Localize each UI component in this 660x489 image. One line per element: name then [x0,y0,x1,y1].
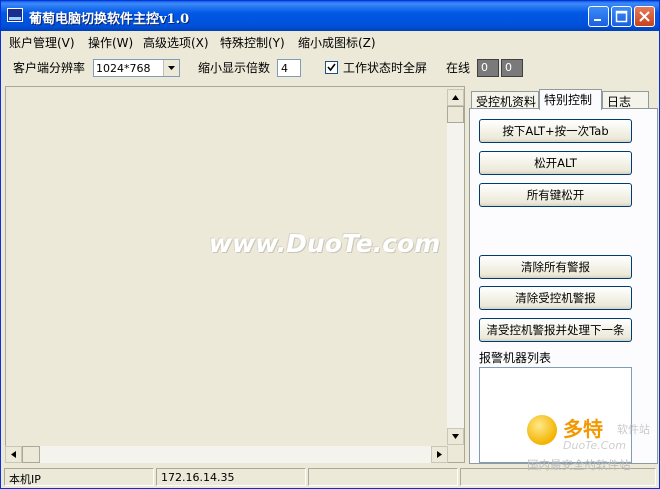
tab-log[interactable]: 日志 [602,91,649,109]
window-title: 葡萄电脑切换软件主控v1.0 [29,12,190,27]
menu-bar: 账户管理(V) 操作(W) 高级选项(X) 特殊控制(Y) 缩小成图标(Z) [1,31,659,51]
fullscreen-label: 工作状态时全屏 [343,61,428,75]
alt-tab-button[interactable]: 按下ALT+按一次Tab [479,119,632,143]
scroll-left-button[interactable] [5,446,22,463]
horizontal-scrollbar[interactable] [5,446,448,463]
resolution-select[interactable]: 1024*768 [93,59,180,77]
online-count-a: 0 [477,59,499,77]
scroll-down-button[interactable] [447,428,464,445]
clear-all-alarms-button[interactable]: 清除所有警报 [479,255,632,279]
logo-brand-small: 软件站 [617,423,650,436]
scroll-up-button[interactable] [447,89,464,106]
release-all-keys-button[interactable]: 所有键松开 [479,183,632,207]
site-watermark-logo: 多特 软件站 DuoTe.Com 国内最安全的软件站 [525,411,657,475]
screen-view-panel[interactable] [5,86,465,463]
tab-client-info[interactable]: 受控机资料 [471,91,539,109]
app-icon[interactable] [7,8,23,22]
minimize-icon [594,19,601,21]
zoom-label: 缩小显示倍数 [198,61,271,75]
arrow-up-icon [452,95,459,100]
checkmark-icon [327,63,336,72]
clear-and-next-button[interactable]: 清受控机警报并处理下一条 [479,318,632,342]
tab-special-control[interactable]: 特别控制 [539,89,602,110]
minimize-button[interactable] [588,6,609,27]
clear-client-alarm-button[interactable]: 清除受控机警报 [479,286,632,310]
watermark-text: www.DuoTe.com [209,229,441,258]
zoom-input[interactable]: 4 [277,59,301,77]
alarm-list-label: 报警机器列表 [479,351,552,365]
fullscreen-checkbox[interactable] [325,61,338,74]
title-bar[interactable]: 葡萄电脑切换软件主控v1.0 [1,1,659,31]
dropdown-arrow[interactable] [163,60,179,76]
close-button[interactable] [634,6,655,27]
resolution-label: 客户端分辨率 [13,61,86,75]
resolution-value: 1024*768 [96,62,151,75]
main-window: 葡萄电脑切换软件主控v1.0 账户管理(V) 操作(W) 高级选项(X) 特殊控… [0,0,660,489]
scroll-right-button[interactable] [431,446,448,463]
close-icon [639,11,650,22]
mascot-icon [527,415,557,445]
logo-brand-cn: 多特 [563,417,603,441]
online-count-b: 0 [501,59,523,77]
vertical-scroll-thumb[interactable] [447,106,464,123]
logo-tagline: 国内最安全的软件站 [527,458,631,472]
horizontal-scroll-thumb[interactable] [22,446,40,463]
arrow-left-icon [11,451,16,458]
maximize-button[interactable] [611,6,632,27]
menu-minimize-to-icon[interactable]: 缩小成图标(Z) [298,34,376,51]
arrow-right-icon [437,451,442,458]
menu-account[interactable]: 账户管理(V) [9,34,75,51]
menu-operation[interactable]: 操作(W) [88,34,133,51]
ip-label: 本机IP [4,468,154,486]
vertical-scrollbar[interactable] [447,89,464,445]
tab-strip: 受控机资料 特别控制 日志 [469,89,659,110]
logo-brand-en: DuoTe.Com [563,439,626,452]
online-label: 在线 [446,61,471,75]
ip-value: 172.16.14.35 [156,468,306,486]
menu-special-control[interactable]: 特殊控制(Y) [220,34,285,51]
release-alt-button[interactable]: 松开ALT [479,151,632,175]
arrow-down-icon [452,434,459,439]
menu-advanced[interactable]: 高级选项(X) [143,34,209,51]
maximize-icon [615,10,628,23]
status-panel-empty-1 [308,468,458,486]
chevron-down-icon [168,66,175,70]
